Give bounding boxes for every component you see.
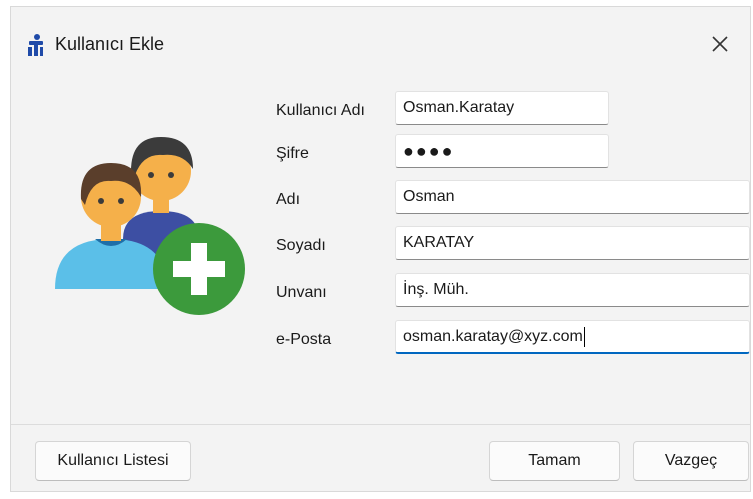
text-caret (583, 326, 585, 347)
first-name-input[interactable]: Osman (395, 180, 750, 214)
title-bar: Kullanıcı Ekle (11, 7, 750, 73)
first-name-label: Adı (276, 191, 301, 208)
last-name-input[interactable]: KARATAY (395, 226, 750, 260)
footer-separator (11, 424, 750, 425)
user-add-app-icon (25, 33, 45, 57)
user-list-button[interactable]: Kullanıcı Listesi (35, 441, 191, 481)
close-icon (712, 36, 728, 52)
title-input[interactable]: İnş. Müh. (395, 273, 750, 307)
password-value: ●●●● (403, 140, 455, 161)
email-input[interactable]: osman.karatay@xyz.com (395, 320, 750, 354)
username-value: Osman.Karatay (403, 99, 515, 116)
title-label: Unvanı (276, 284, 327, 301)
add-user-dialog: Kullanıcı Ekle Kullanıcı Adı Osman.Karat… (10, 6, 751, 492)
username-label: Kullanıcı Adı (276, 102, 365, 119)
last-name-value: KARATAY (403, 234, 475, 251)
close-button[interactable] (690, 21, 750, 67)
first-name-value: Osman (403, 188, 455, 205)
last-name-label: Soyadı (276, 237, 326, 254)
title-value: İnş. Müh. (403, 281, 469, 298)
cancel-button[interactable]: Vazgeç (633, 441, 749, 481)
email-value: osman.karatay@xyz.com (403, 327, 583, 345)
users-add-icon (51, 119, 251, 319)
ok-button[interactable]: Tamam (489, 441, 620, 481)
password-input[interactable]: ●●●● (395, 134, 609, 168)
email-label: e-Posta (276, 331, 332, 348)
password-label: Şifre (276, 145, 309, 162)
window-title: Kullanıcı Ekle (55, 34, 165, 54)
username-input[interactable]: Osman.Karatay (395, 91, 609, 125)
